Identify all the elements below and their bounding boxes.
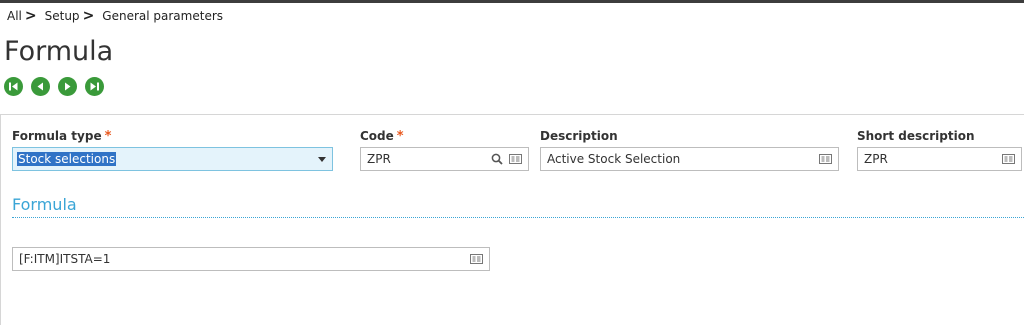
short-description-value: ZPR bbox=[864, 152, 888, 166]
chevron-down-icon[interactable] bbox=[318, 156, 326, 162]
formula-type-label-text: Formula type bbox=[12, 129, 102, 143]
description-value: Active Stock Selection bbox=[547, 152, 681, 166]
formula-type-select[interactable]: Stock selections bbox=[12, 147, 333, 171]
text-detail-icon[interactable] bbox=[469, 254, 483, 264]
formula-field[interactable]: [F:ITM]ITSTA=1 bbox=[12, 247, 490, 271]
form-panel bbox=[0, 114, 1024, 325]
breadcrumb-separator-icon: > bbox=[24, 8, 37, 24]
code-field[interactable]: ZPR bbox=[360, 147, 529, 171]
next-record-icon[interactable] bbox=[58, 77, 77, 96]
code-value: ZPR bbox=[367, 152, 391, 166]
breadcrumb-separator-icon: > bbox=[82, 8, 95, 24]
required-marker: * bbox=[104, 129, 112, 144]
record-navigation bbox=[4, 77, 104, 96]
top-border bbox=[0, 0, 1024, 3]
text-detail-icon[interactable] bbox=[818, 154, 832, 164]
last-record-icon[interactable] bbox=[85, 77, 104, 96]
previous-record-icon[interactable] bbox=[31, 77, 50, 96]
formula-type-value-wrapper: Stock selections bbox=[13, 152, 318, 166]
formula-type-label: Formula type * bbox=[12, 129, 111, 144]
text-detail-icon[interactable] bbox=[1001, 154, 1015, 164]
description-label: Description bbox=[540, 129, 618, 143]
page-title: Formula bbox=[4, 36, 114, 67]
required-marker: * bbox=[396, 129, 404, 144]
breadcrumb-item-all[interactable]: All bbox=[7, 9, 22, 23]
first-record-icon[interactable] bbox=[4, 77, 23, 96]
text-detail-icon[interactable] bbox=[508, 154, 522, 164]
section-divider bbox=[12, 217, 1024, 218]
description-field[interactable]: Active Stock Selection bbox=[540, 147, 839, 171]
breadcrumb: All > Setup > General parameters bbox=[7, 8, 223, 24]
breadcrumb-item-general-parameters[interactable]: General parameters bbox=[102, 9, 223, 23]
short-description-label: Short description bbox=[857, 129, 975, 143]
code-label-text: Code bbox=[360, 129, 394, 143]
formula-value: [F:ITM]ITSTA=1 bbox=[19, 252, 111, 266]
formula-type-value: Stock selections bbox=[17, 152, 117, 166]
breadcrumb-item-setup[interactable]: Setup bbox=[45, 9, 80, 23]
code-label: Code * bbox=[360, 129, 404, 144]
section-title-formula: Formula bbox=[12, 195, 77, 214]
search-icon[interactable] bbox=[490, 153, 504, 165]
short-description-field[interactable]: ZPR bbox=[857, 147, 1022, 171]
